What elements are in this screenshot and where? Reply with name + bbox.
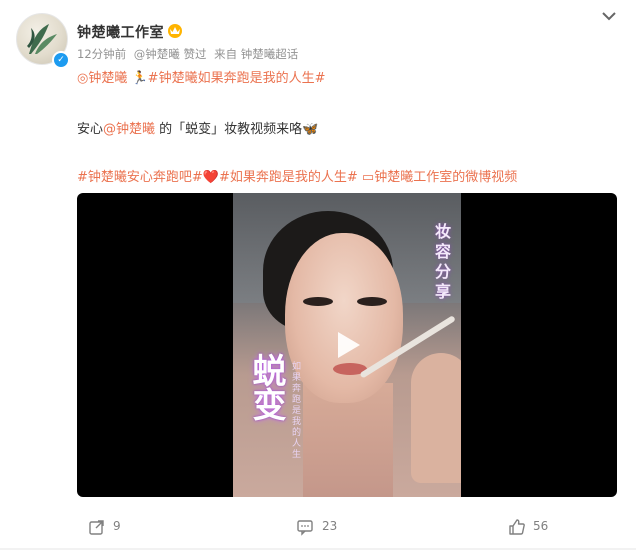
heart-emoji: ❤️	[202, 170, 219, 185]
video-subtitle-overlay: 如果奔跑是我的人生	[290, 361, 300, 460]
play-icon[interactable]	[329, 327, 365, 363]
chevron-down-icon[interactable]	[601, 10, 617, 22]
thumbnail-face	[285, 233, 403, 403]
thumbs-up-icon	[509, 519, 525, 535]
post-text: 安心	[77, 122, 104, 137]
liked-by[interactable]: @钟楚曦 赞过	[134, 47, 207, 61]
video-link[interactable]: ▭钟楚曦工作室的微博视频	[358, 170, 517, 185]
post-text-line-1: ◎钟楚曦 🏃#钟楚曦如果奔跑是我的人生#	[77, 67, 325, 86]
post-text-line-3: #钟楚曦安心奔跑吧#❤️#如果奔跑是我的人生# ▭钟楚曦工作室的微博视频	[77, 166, 517, 185]
mention-link[interactable]: @钟楚曦	[103, 122, 155, 137]
repost-icon	[89, 520, 104, 535]
thumbnail-eye	[303, 297, 333, 306]
comment-count: 23	[322, 519, 338, 533]
comment-icon	[297, 520, 313, 536]
post-text-line-2: 安心@钟楚曦 的「蜕变」妆教视频来咯🦋	[77, 118, 318, 137]
post-text: 的「蜕变」妆教视频来咯🦋	[155, 122, 319, 137]
video-player[interactable]: 蜕变 如果奔跑是我的人生 妆容分享	[77, 193, 617, 497]
thumbnail-hand	[411, 353, 461, 483]
author-name[interactable]: 钟楚曦工作室	[77, 22, 164, 42]
hashtag-link[interactable]: #如果奔跑是我的人生#	[219, 170, 358, 185]
hashtag-link[interactable]: #钟楚曦安心奔跑吧#	[77, 170, 203, 185]
thumbnail-eye	[357, 297, 387, 306]
video-side-text: 妆容分享	[432, 223, 451, 303]
verified-badge-icon: ✓	[52, 51, 70, 69]
topic-link-chuxi[interactable]: ◎钟楚曦	[77, 71, 127, 86]
hashtag-link[interactable]: #钟楚曦如果奔跑是我的人生#	[148, 71, 326, 86]
runner-emoji: 🏃	[127, 71, 148, 86]
crown-badge-icon[interactable]	[166, 21, 184, 39]
post-meta: 12分钟前 @钟楚曦 赞过 来自 钟楚曦超话	[77, 46, 302, 62]
repost-count: 9	[113, 519, 121, 533]
video-title-overlay: 蜕变	[246, 353, 286, 421]
weibo-post-card: ✓ 钟楚曦工作室 12分钟前 @钟楚曦 赞过 来自 钟楚曦超话 ◎钟楚曦 🏃#钟…	[0, 0, 636, 550]
like-count: 56	[533, 519, 549, 533]
post-time[interactable]: 12分钟前	[77, 47, 126, 61]
post-source[interactable]: 来自 钟楚曦超话	[214, 47, 298, 61]
